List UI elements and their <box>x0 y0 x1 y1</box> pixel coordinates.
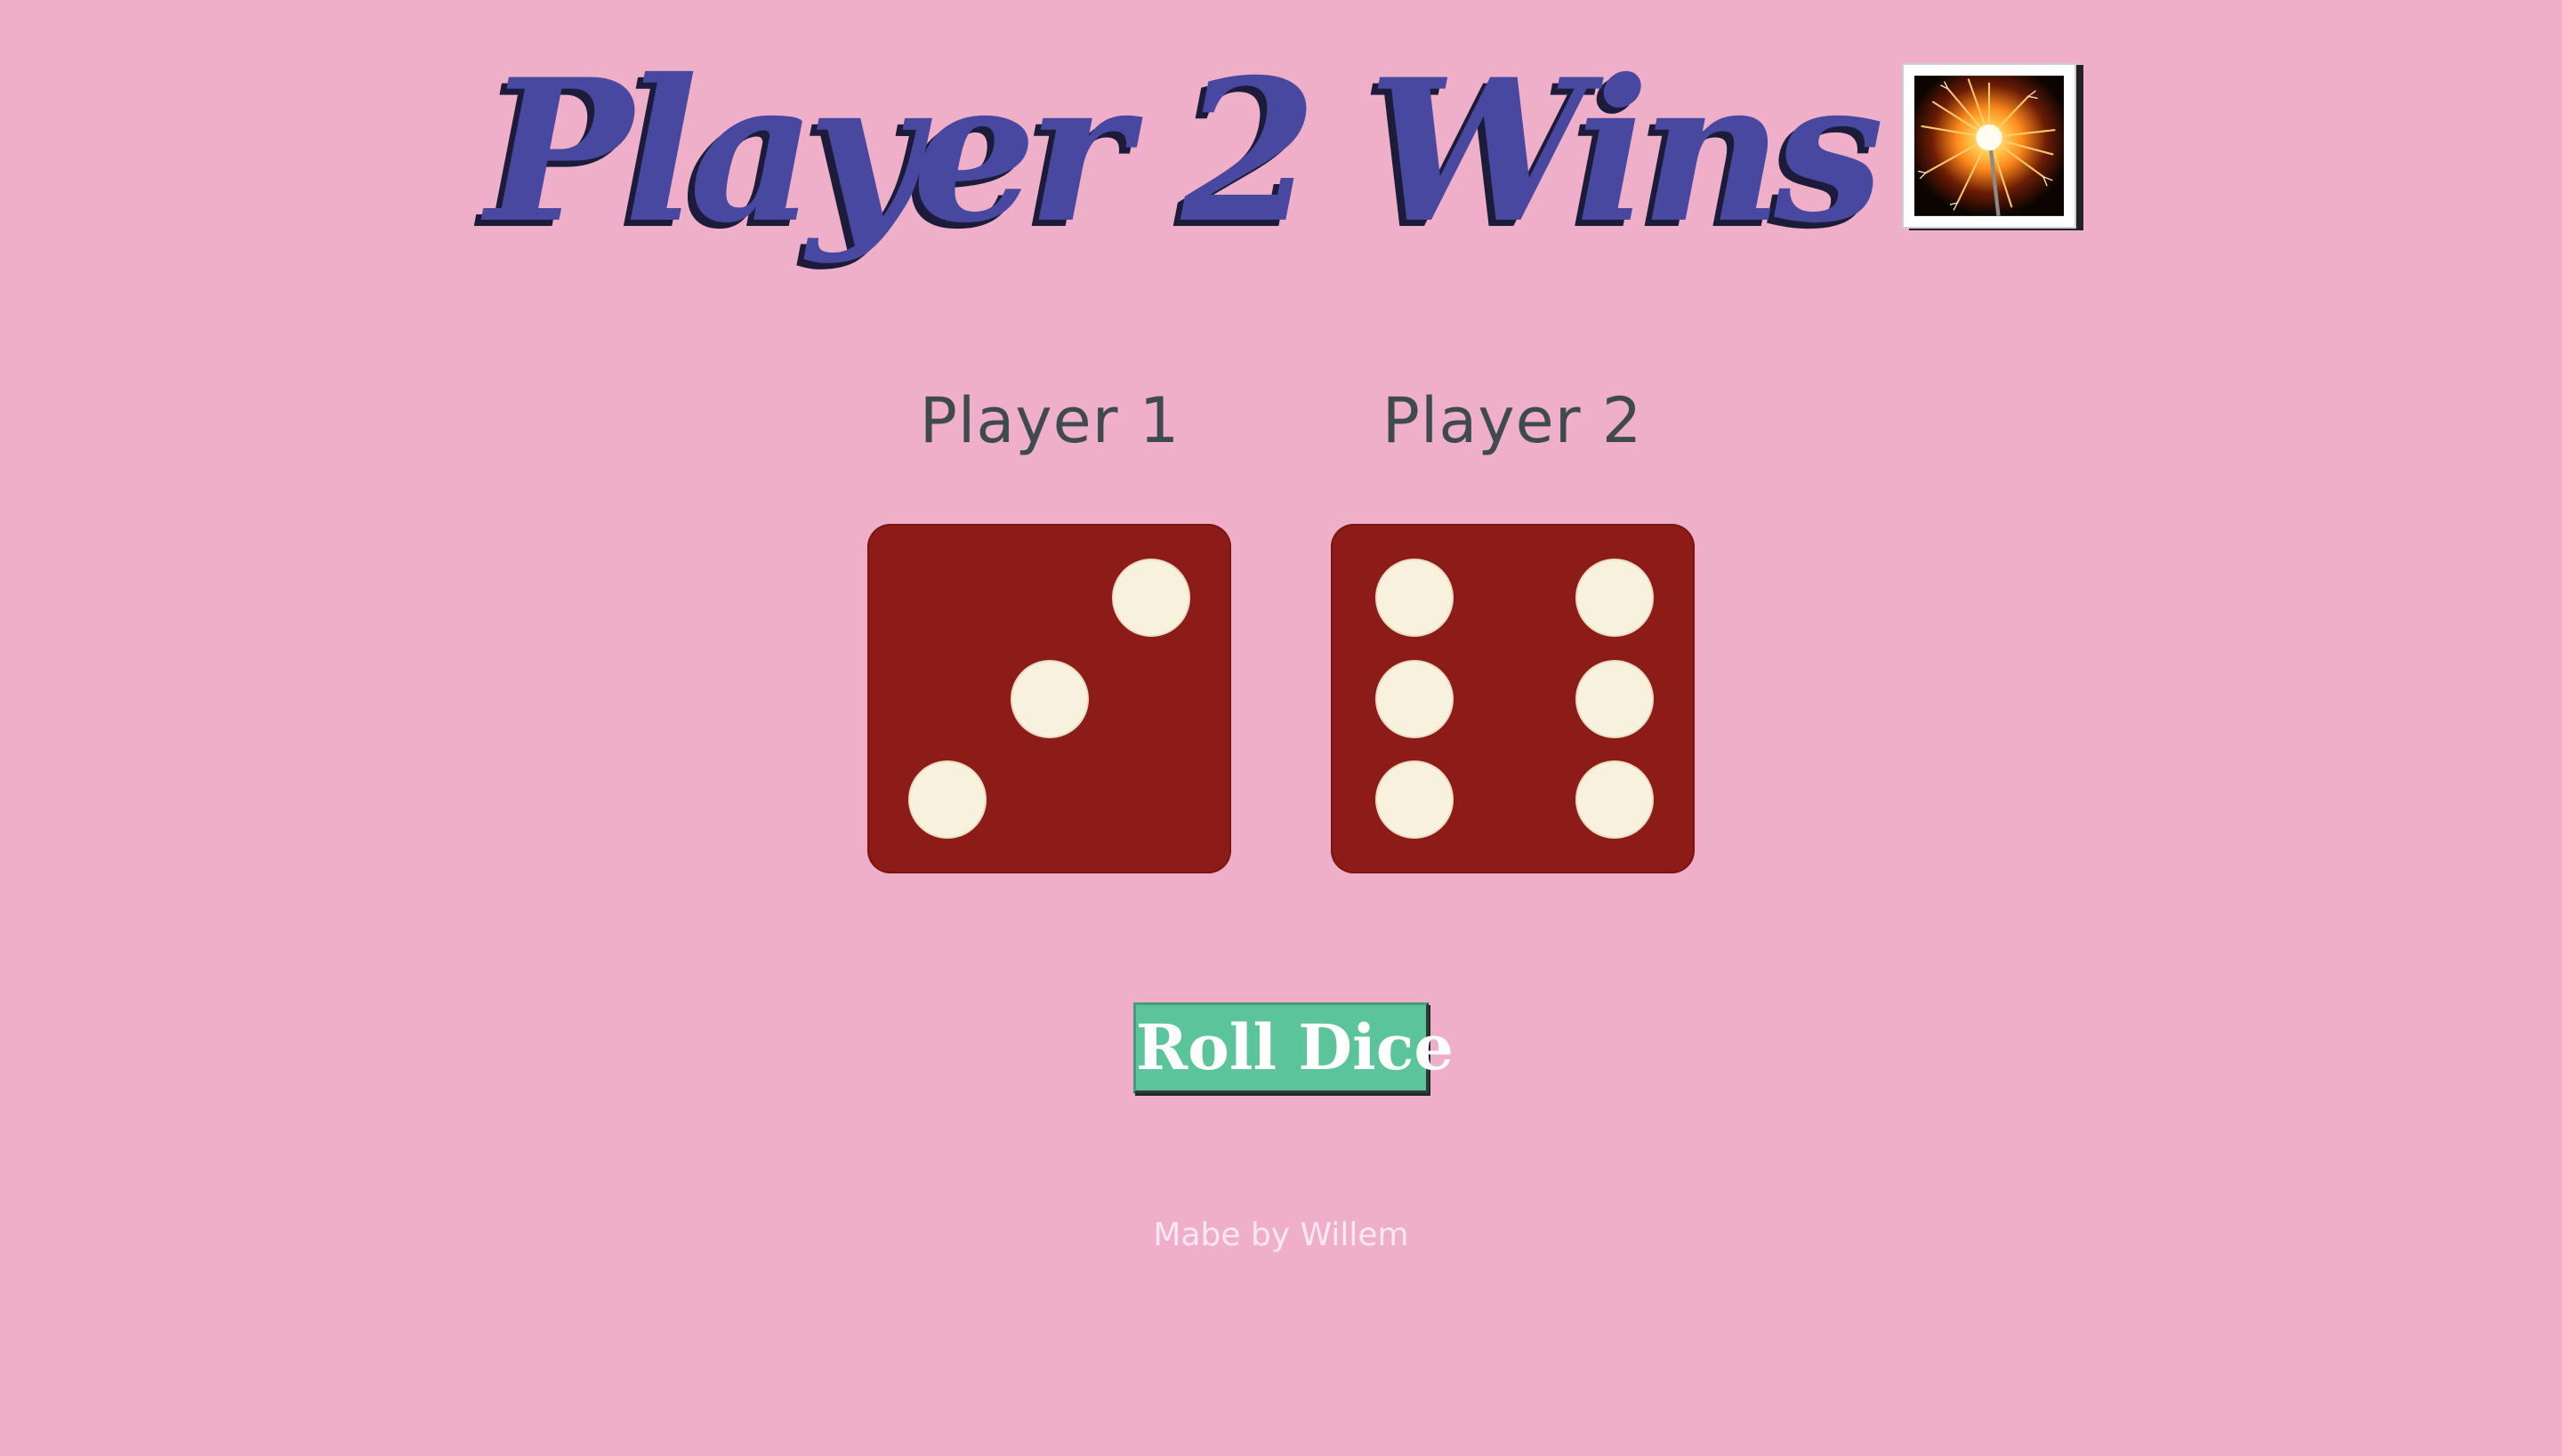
firework-graphic <box>1914 76 2065 216</box>
die-pip <box>1377 762 1453 838</box>
die-pip <box>1577 559 1653 635</box>
die-pip <box>909 762 985 838</box>
winner-title: Player 2 Wins <box>485 36 1884 266</box>
roll-dice-button[interactable]: Roll Dice <box>1133 1002 1454 1093</box>
die-pip <box>1577 762 1653 838</box>
title-row: Player 2 Wins <box>0 53 2562 249</box>
dice-game-page: Player 2 Wins Player 1 Player 2 Roll Dic… <box>0 0 2562 1456</box>
footer-credit: Mabe by Willem <box>1153 1217 1409 1253</box>
sparkler-firework-icon <box>1902 63 2077 229</box>
die-pip <box>1577 661 1653 736</box>
die-pip <box>1377 559 1453 635</box>
player-2-label: Player 2 <box>1382 384 1643 457</box>
die-pip <box>1114 559 1189 635</box>
player-1-label: Player 1 <box>919 384 1180 457</box>
die-pip <box>1377 661 1453 736</box>
player-2-die <box>1331 524 1695 873</box>
die-pip <box>1011 661 1087 736</box>
player-1-die <box>867 524 1231 873</box>
